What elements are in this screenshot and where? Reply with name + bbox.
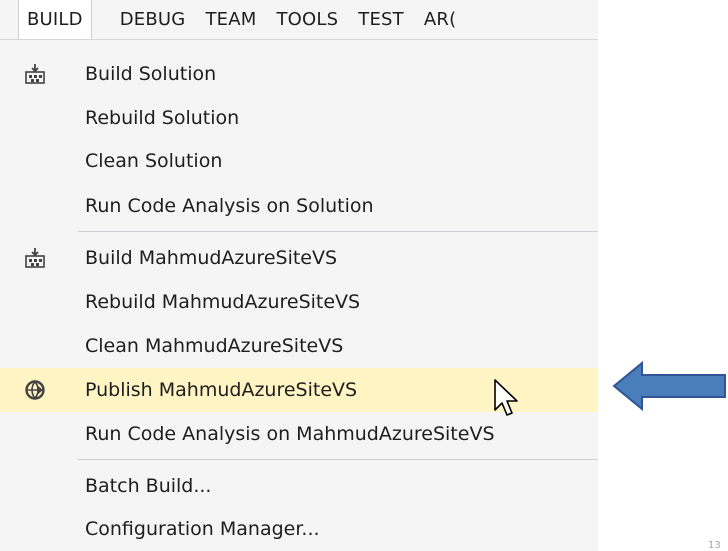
menu-item-build-solution[interactable]: Build Solution	[0, 52, 598, 96]
menu-item-label: Build Solution	[85, 63, 217, 85]
menu-separator	[78, 459, 598, 460]
menu-arch-truncated[interactable]: AR(	[414, 0, 466, 39]
menu-team[interactable]: TEAM	[195, 0, 266, 39]
menu-build[interactable]: BUILD	[18, 0, 92, 39]
slide-number: 13	[708, 540, 721, 551]
menu-item-label: Batch Build...	[85, 475, 212, 497]
build-solution-icon	[25, 64, 45, 84]
menu-item-rebuild-project[interactable]: Rebuild MahmudAzureSiteVS	[0, 280, 598, 324]
build-project-icon	[25, 248, 45, 268]
menu-bar: BUILD DEBUG TEAM TOOLS TEST AR(	[0, 0, 598, 40]
menu-debug[interactable]: DEBUG	[110, 0, 196, 39]
menu-test[interactable]: TEST	[348, 0, 414, 39]
menu-item-label: Build MahmudAzureSiteVS	[85, 247, 338, 269]
menu-item-label: Clean Solution	[85, 150, 223, 172]
menu-item-batch-build[interactable]: Batch Build...	[0, 464, 598, 508]
menu-separator	[78, 231, 598, 232]
menu-item-label: Publish MahmudAzureSiteVS	[85, 379, 358, 401]
build-dropdown-menu: Build Solution Rebuild Solution Clean So…	[0, 40, 598, 551]
menu-item-label: Run Code Analysis on Solution	[85, 195, 374, 217]
menu-item-rebuild-solution[interactable]: Rebuild Solution	[0, 96, 598, 140]
menu-item-label: Clean MahmudAzureSiteVS	[85, 335, 344, 357]
menu-item-label: Configuration Manager...	[85, 518, 320, 540]
menu-item-clean-solution[interactable]: Clean Solution	[0, 139, 598, 183]
callout-arrow-icon	[612, 360, 726, 412]
menu-item-run-code-analysis-solution[interactable]: Run Code Analysis on Solution	[0, 184, 598, 228]
menu-item-configuration-manager[interactable]: Configuration Manager...	[0, 507, 598, 551]
menu-item-build-project[interactable]: Build MahmudAzureSiteVS	[0, 236, 598, 280]
menu-item-label: Run Code Analysis on MahmudAzureSiteVS	[85, 423, 495, 445]
menu-item-clean-project[interactable]: Clean MahmudAzureSiteVS	[0, 324, 598, 368]
menu-tools[interactable]: TOOLS	[266, 0, 348, 39]
menu-item-label: Rebuild MahmudAzureSiteVS	[85, 291, 361, 313]
mouse-pointer-icon	[494, 379, 518, 416]
publish-globe-icon	[25, 380, 45, 400]
menu-item-label: Rebuild Solution	[85, 107, 240, 129]
